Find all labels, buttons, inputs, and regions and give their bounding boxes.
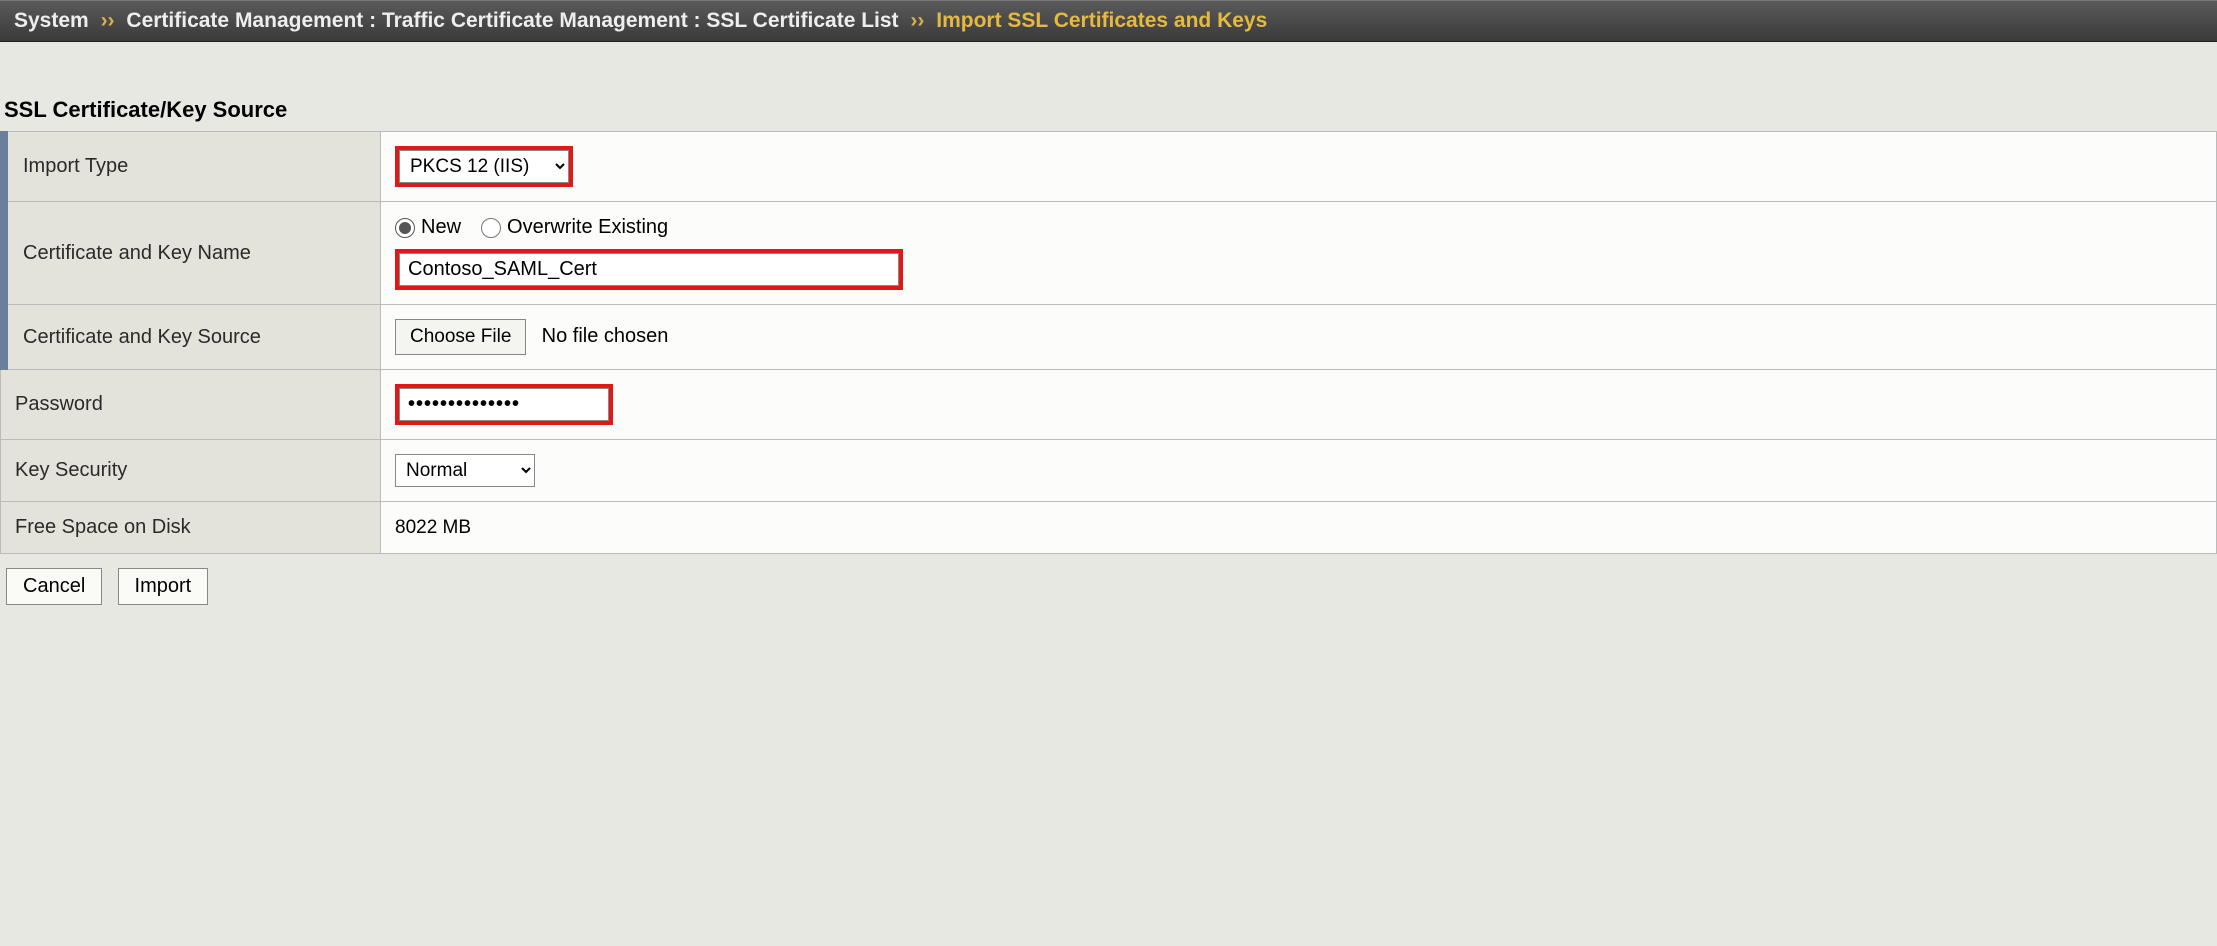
breadcrumb-current: Import SSL Certificates and Keys bbox=[936, 9, 1267, 32]
free-space-value: 8022 MB bbox=[381, 502, 2217, 554]
import-type-highlight: PKCS 12 (IIS) bbox=[395, 146, 573, 187]
cert-key-name-label: Certificate and Key Name bbox=[1, 202, 381, 305]
cert-name-radio-new-label: New bbox=[421, 216, 461, 239]
password-label: Password bbox=[1, 370, 381, 440]
cert-name-radio-new[interactable] bbox=[395, 218, 415, 238]
cert-key-source-label: Certificate and Key Source bbox=[1, 305, 381, 370]
file-chosen-status: No file chosen bbox=[542, 325, 669, 347]
breadcrumb-sep-icon: ›› bbox=[101, 9, 115, 32]
cancel-button[interactable]: Cancel bbox=[6, 568, 102, 605]
free-space-label: Free Space on Disk bbox=[1, 502, 381, 554]
cert-name-radio-overwrite-label: Overwrite Existing bbox=[507, 216, 668, 239]
breadcrumb: System ›› Certificate Management : Traff… bbox=[0, 0, 2217, 42]
import-type-label: Import Type bbox=[1, 132, 381, 202]
section-title: SSL Certificate/Key Source bbox=[4, 97, 2217, 123]
import-button[interactable]: Import bbox=[118, 568, 209, 605]
choose-file-button[interactable]: Choose File bbox=[395, 319, 526, 355]
breadcrumb-path[interactable]: Certificate Management : Traffic Certifi… bbox=[126, 9, 898, 32]
password-highlight bbox=[395, 384, 613, 425]
cert-name-highlight bbox=[395, 249, 903, 290]
import-type-select[interactable]: PKCS 12 (IIS) bbox=[399, 150, 569, 183]
key-security-label: Key Security bbox=[1, 440, 381, 502]
cert-name-input[interactable] bbox=[399, 253, 899, 286]
breadcrumb-sep-icon: ›› bbox=[910, 9, 924, 32]
key-security-select[interactable]: Normal bbox=[395, 454, 535, 487]
cert-name-radio-overwrite[interactable] bbox=[481, 218, 501, 238]
password-input[interactable] bbox=[399, 388, 609, 421]
breadcrumb-root[interactable]: System bbox=[14, 9, 89, 32]
form-table: Import Type PKCS 12 (IIS) Certificate an… bbox=[0, 131, 2217, 554]
